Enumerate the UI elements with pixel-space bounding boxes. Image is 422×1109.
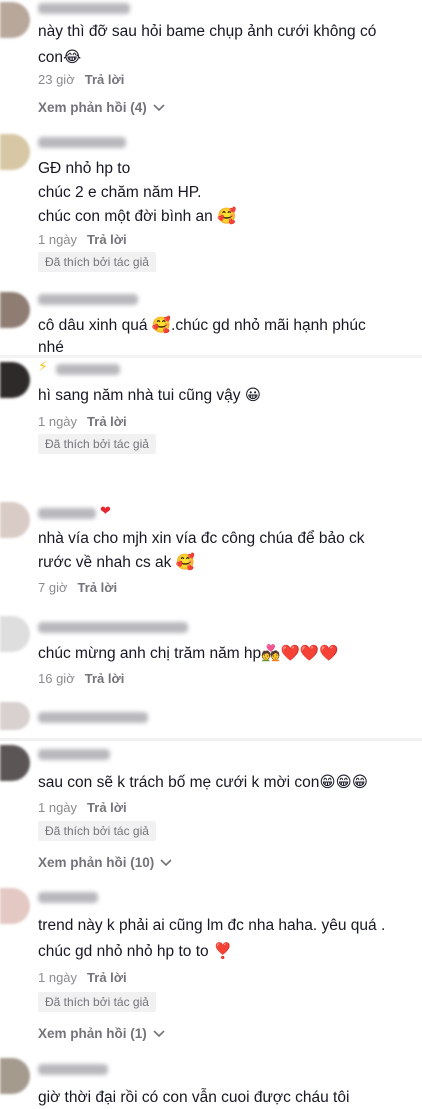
username-blurred[interactable]	[38, 3, 130, 14]
username-blurred[interactable]	[38, 294, 138, 305]
avatar[interactable]	[0, 888, 30, 924]
view-replies-button[interactable]: Xem phản hồi (10)	[38, 855, 172, 870]
username-blurred[interactable]	[38, 622, 188, 633]
avatar[interactable]	[0, 502, 30, 538]
comment-text: rước về nhah cs ak 🥰	[38, 554, 196, 571]
comment-text: chúc con một đời bình an 🥰	[38, 208, 237, 225]
avatar[interactable]	[0, 745, 30, 781]
view-replies-label: Xem phản hồi (1)	[38, 1026, 147, 1041]
liked-by-author-badge: Đã thích bởi tác giả	[38, 821, 156, 841]
comment-text: hì sang năm nhà tui cũng vậy 😀	[38, 387, 261, 404]
username-blurred[interactable]	[56, 364, 120, 375]
username-blurred[interactable]	[38, 892, 98, 903]
reply-button[interactable]: Trả lời	[78, 580, 118, 595]
comment-time: 1 ngày	[38, 970, 78, 985]
chevron-down-icon	[160, 859, 172, 867]
username-blurred[interactable]	[38, 137, 126, 148]
comment-text: này thì đỡ sau hỏi bame chụp ảnh cưới kh…	[38, 23, 377, 40]
chevron-down-icon	[152, 1030, 165, 1038]
chevron-down-icon	[152, 104, 165, 112]
comment-time: 7 giờ	[38, 580, 68, 595]
comment-text: con😂	[38, 49, 82, 66]
reply-button[interactable]: Trả lời	[87, 800, 127, 815]
view-replies-label: Xem phản hồi (4)	[38, 100, 147, 115]
comment-time: 16 giờ	[38, 671, 75, 686]
username-blurred[interactable]	[38, 508, 96, 519]
divider	[0, 738, 422, 741]
avatar[interactable]	[0, 134, 30, 170]
liked-by-author-badge: Đã thích bởi tác giả	[38, 252, 156, 272]
avatar[interactable]	[0, 1058, 30, 1094]
red-heart-icon: ❤	[100, 503, 111, 518]
reply-button[interactable]: Trả lời	[87, 232, 127, 247]
comment-text: trend này k phải ai cũng lm đc nha haha.…	[38, 917, 386, 934]
comment-text: chúc gd nhỏ nhỏ hp to to ❣️	[38, 943, 233, 960]
reply-button[interactable]: Trả lời	[85, 72, 125, 87]
avatar[interactable]	[0, 616, 30, 652]
comment-meta: 1 ngày Trả lời	[38, 970, 127, 985]
avatar[interactable]	[0, 292, 30, 328]
view-replies-label: Xem phản hồi (10)	[38, 855, 155, 870]
comment-time: 1 ngày	[38, 414, 78, 429]
avatar[interactable]	[0, 702, 30, 730]
comment-text: nhà vía cho mjh xin vía đc công chúa để …	[38, 530, 365, 547]
comment-meta: 23 giờ Trả lời	[38, 72, 124, 87]
view-replies-button[interactable]: Xem phản hồi (1)	[38, 1026, 165, 1041]
comment-meta: 1 ngày Trả lời	[38, 414, 127, 429]
comment-text: GĐ nhỏ hp to	[38, 160, 131, 177]
comment-text: chúc mừng anh chị trăm năm hp💑❤️❤️❤️	[38, 645, 339, 662]
comment-text: sau con sẽ k trách bố mẹ cưới k mời con😁…	[38, 774, 368, 791]
avatar[interactable]	[0, 2, 30, 38]
username-blurred[interactable]	[38, 1064, 108, 1075]
comment-meta: 1 ngày Trả lời	[38, 800, 127, 815]
liked-by-author-badge: Đã thích bởi tác giả	[38, 434, 156, 454]
comment-time: 23 giờ	[38, 72, 75, 87]
view-replies-blurred[interactable]	[38, 468, 148, 478]
reply-button[interactable]: Trả lời	[87, 414, 127, 429]
avatar[interactable]	[0, 362, 30, 398]
comment-meta: 7 giờ Trả lời	[38, 580, 117, 595]
comment-time: 1 ngày	[38, 800, 78, 815]
lightning-icon: ⚡	[38, 358, 48, 374]
comment-text: cô dâu xinh quá 🥰.chúc gd nhỏ mãi hạnh p…	[38, 317, 366, 334]
reply-button[interactable]: Trả lời	[87, 970, 127, 985]
divider	[0, 355, 422, 358]
username-blurred[interactable]	[38, 712, 148, 723]
view-replies-button[interactable]: Xem phản hồi (4)	[38, 100, 165, 115]
comment-meta: 16 giờ Trả lời	[38, 671, 124, 686]
comment-text: giờ thời đại rồi có con vẫn cuoi được ch…	[38, 1089, 350, 1106]
comment-meta: 1 ngày Trả lời	[38, 232, 127, 247]
comment-text: chúc 2 e chăm năm HP.	[38, 184, 202, 201]
comment-time: 1 ngày	[38, 232, 78, 247]
username-blurred[interactable]	[38, 749, 110, 760]
reply-button[interactable]: Trả lời	[85, 671, 125, 686]
liked-by-author-badge: Đã thích bởi tác giả	[38, 992, 156, 1012]
